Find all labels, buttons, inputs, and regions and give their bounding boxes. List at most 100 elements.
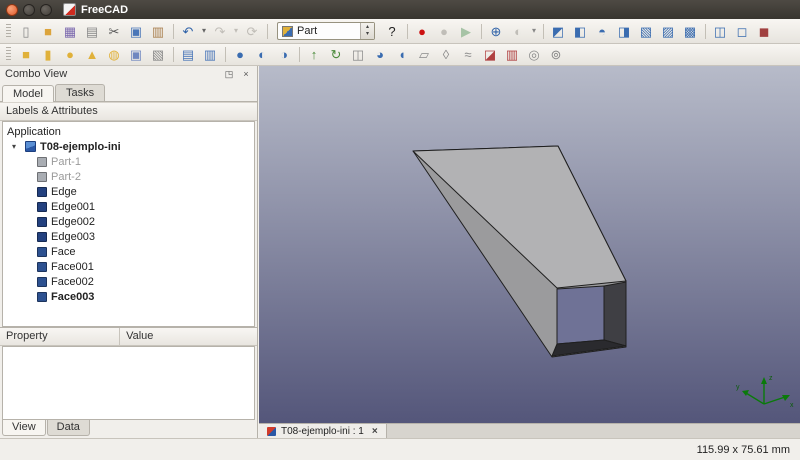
toolbar-handle[interactable]: [6, 47, 11, 62]
undo-dropdown-icon[interactable]: ▾: [199, 21, 209, 41]
tree-item-label: Edge003: [51, 231, 95, 243]
dock-close-icon[interactable]: ×: [240, 69, 252, 79]
part-workbench-icon: [282, 26, 293, 37]
cut-icon[interactable]: ✂: [103, 21, 125, 41]
view-right-icon[interactable]: ◨: [613, 21, 635, 41]
undo-icon[interactable]: ↶: [177, 21, 199, 41]
cross-sections-icon[interactable]: ▥: [501, 45, 523, 65]
redo-icon[interactable]: ↷: [209, 21, 231, 41]
tab-close-icon[interactable]: ×: [372, 426, 378, 437]
workbench-selector[interactable]: Part ▴ ▾: [277, 22, 375, 40]
view-front-icon[interactable]: ◧: [569, 21, 591, 41]
part-box-icon[interactable]: ■: [15, 45, 37, 65]
view-bottom-icon[interactable]: ▨: [657, 21, 679, 41]
workbench-selected-value: Part: [297, 25, 356, 37]
view-rear-icon[interactable]: ▧: [635, 21, 657, 41]
boolean-intersection-icon[interactable]: ◑: [273, 45, 295, 65]
spin-down-icon[interactable]: ▾: [366, 31, 369, 38]
draw-style-dropdown-icon[interactable]: ▾: [529, 21, 539, 41]
tree-root-application[interactable]: Application: [3, 124, 254, 139]
measure-angular-icon[interactable]: ◻: [731, 21, 753, 41]
property-table-header: Property Value: [0, 327, 257, 346]
tree-item-face002[interactable]: Face002: [3, 274, 254, 289]
part-import-icon[interactable]: ▤: [177, 45, 199, 65]
tree-item-label: Edge: [51, 186, 77, 198]
part-export-icon[interactable]: ▥: [199, 45, 221, 65]
zoom-fit-icon[interactable]: ⊕: [485, 21, 507, 41]
offset-icon[interactable]: ◎: [523, 45, 545, 65]
tree-item-edge[interactable]: Edge: [3, 184, 254, 199]
section-icon[interactable]: ◪: [479, 45, 501, 65]
tree-item-edge002[interactable]: Edge002: [3, 214, 254, 229]
macro-stop-icon[interactable]: ●: [433, 21, 455, 41]
open-folder-icon[interactable]: ■: [37, 21, 59, 41]
part-sphere-icon[interactable]: ●: [59, 45, 81, 65]
document-label: T08-ejemplo-ini: [40, 141, 121, 153]
view-left-icon[interactable]: ▩: [679, 21, 701, 41]
save-icon[interactable]: ▦: [59, 21, 81, 41]
thickness-icon[interactable]: ⊚: [545, 45, 567, 65]
mirror-icon[interactable]: ◫: [347, 45, 369, 65]
window-minimize-button[interactable]: [23, 4, 35, 16]
document-view-tab[interactable]: T08-ejemplo-ini : 1 ×: [259, 424, 387, 438]
spin-up-icon[interactable]: ▴: [366, 24, 369, 31]
axis-label-y: y: [736, 384, 740, 391]
part-shapebuilder-icon[interactable]: ▧: [147, 45, 169, 65]
shape-icon: [37, 187, 47, 197]
part-cone-icon[interactable]: ▲: [81, 45, 103, 65]
shape-icon: [37, 292, 47, 302]
redo-dropdown-icon[interactable]: ▾: [231, 21, 241, 41]
3d-shape-canvas: z x y: [259, 66, 800, 423]
chamfer-icon[interactable]: ◖: [391, 45, 413, 65]
document-icon: [25, 141, 36, 152]
tree-item-edge003[interactable]: Edge003: [3, 229, 254, 244]
tree-item-face001[interactable]: Face001: [3, 259, 254, 274]
ruled-surface-icon[interactable]: ▱: [413, 45, 435, 65]
part-cylinder-icon[interactable]: ▮: [37, 45, 59, 65]
tab-data[interactable]: Data: [47, 420, 90, 436]
view-top-icon[interactable]: ◓: [591, 21, 613, 41]
macro-record-icon[interactable]: ●: [411, 21, 433, 41]
property-column-header[interactable]: Property: [0, 328, 120, 345]
print-icon[interactable]: ▤: [81, 21, 103, 41]
tree-item-part-1[interactable]: Part-1: [3, 154, 254, 169]
measure-linear-icon[interactable]: ◫: [709, 21, 731, 41]
boolean-union-icon[interactable]: ●: [229, 45, 251, 65]
workbench-spinner[interactable]: ▴ ▾: [360, 23, 374, 39]
sweep-icon[interactable]: ≈: [457, 45, 479, 65]
3d-viewport[interactable]: z x y: [259, 66, 800, 423]
whats-this-icon[interactable]: ?: [381, 21, 403, 41]
extrude-icon[interactable]: ↑: [303, 45, 325, 65]
tree-item-edge001[interactable]: Edge001: [3, 199, 254, 214]
new-document-icon[interactable]: ▯: [15, 21, 37, 41]
copy-icon[interactable]: ▣: [125, 21, 147, 41]
fillet-icon[interactable]: ◕: [369, 45, 391, 65]
tab-model[interactable]: Model: [2, 85, 54, 102]
dock-float-icon[interactable]: ◳: [223, 69, 235, 80]
draw-style-icon[interactable]: ◐: [507, 21, 529, 41]
paste-icon[interactable]: ▥: [147, 21, 169, 41]
tree-item-face003[interactable]: Face003: [3, 289, 254, 304]
tab-view[interactable]: View: [2, 420, 46, 436]
toolbar-handle[interactable]: [6, 24, 11, 39]
shape-icon: [37, 232, 47, 242]
window-close-button[interactable]: [6, 4, 18, 16]
boolean-cut-icon[interactable]: ◐: [251, 45, 273, 65]
tree-item-part-2[interactable]: Part-2: [3, 169, 254, 184]
measure-clear-icon[interactable]: ◼: [753, 21, 775, 41]
part-primitives-icon[interactable]: ▣: [125, 45, 147, 65]
macro-play-icon[interactable]: ▶: [455, 21, 477, 41]
expander-icon[interactable]: ▾: [12, 142, 21, 151]
part-torus-icon[interactable]: ◍: [103, 45, 125, 65]
freecad-window: FreeCAD ▯ ■ ▦ ▤: [0, 0, 800, 460]
tree-item-face[interactable]: Face: [3, 244, 254, 259]
tab-tasks[interactable]: Tasks: [55, 84, 105, 101]
toolbar-separator: [221, 45, 229, 65]
value-column-header[interactable]: Value: [120, 328, 257, 345]
view-axonometric-icon[interactable]: ◩: [547, 21, 569, 41]
window-maximize-button[interactable]: [40, 4, 52, 16]
refresh-icon[interactable]: ⟳: [241, 21, 263, 41]
revolve-icon[interactable]: ↻: [325, 45, 347, 65]
tree-item-document[interactable]: ▾ T08-ejemplo-ini: [3, 139, 254, 154]
loft-icon[interactable]: ◊: [435, 45, 457, 65]
